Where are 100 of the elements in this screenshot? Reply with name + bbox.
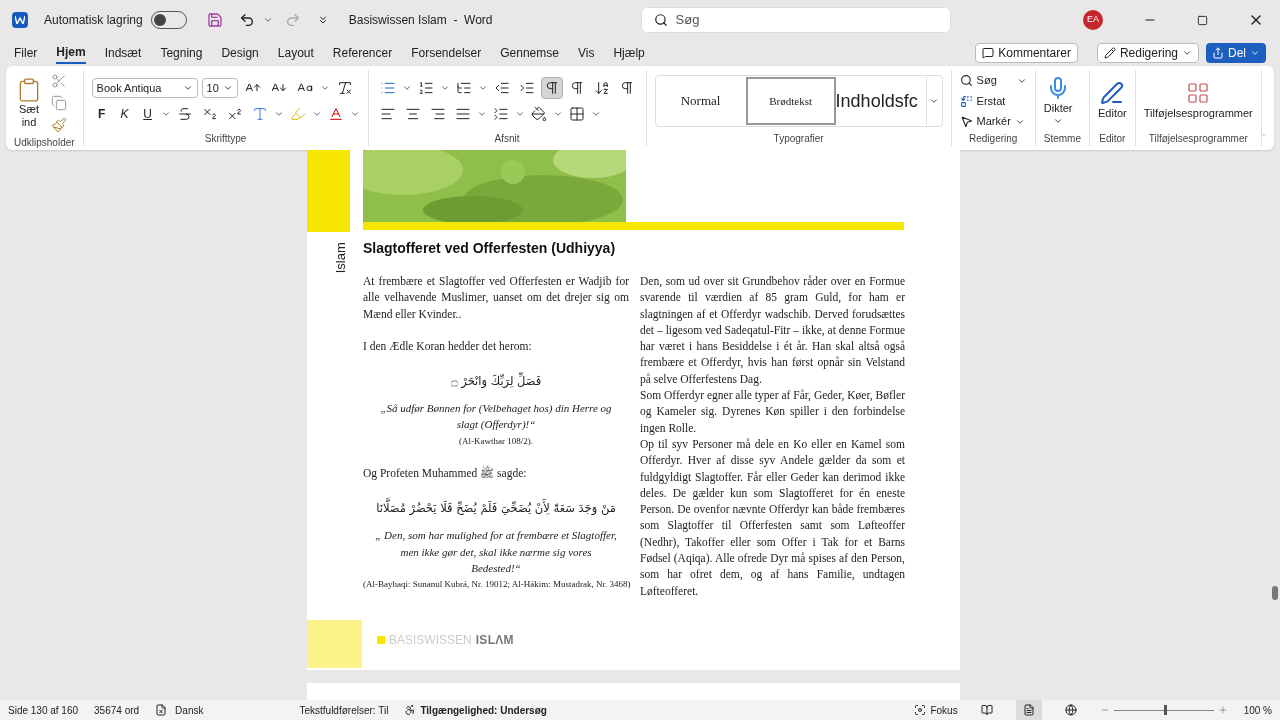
caret-icon[interactable] <box>401 83 412 93</box>
editor-button[interactable]: Editor <box>1098 80 1127 122</box>
maximize-icon[interactable] <box>1197 14 1208 26</box>
dictate-button[interactable]: Dikter <box>1043 75 1073 127</box>
menu-tab[interactable]: Referencer <box>332 42 393 64</box>
undo-icon[interactable] <box>238 12 255 28</box>
language[interactable]: Dansk <box>175 702 204 718</box>
left-to-right-icon[interactable] <box>540 77 563 99</box>
side-label: Islam <box>331 242 349 274</box>
caret-icon[interactable] <box>349 109 360 119</box>
group-label: Redigering <box>968 132 1019 146</box>
replace-icon <box>959 94 973 108</box>
caret-icon[interactable] <box>311 109 322 119</box>
menu-tab[interactable]: Gennemse <box>500 42 559 64</box>
style-item[interactable]: Brødtekst <box>745 77 836 125</box>
menu-tab[interactable]: Layout <box>277 42 314 64</box>
search-placeholder: Søg <box>675 11 700 30</box>
arabic-verse: مَنْ وَجَدَ سَعَةً لِأَنْ يُضَحِّيَ فَلَمْ يُضَحِّ فَلَا يَحْضُرْ مُصَلَّانَا <box>363 497 629 520</box>
avatar[interactable]: EA <box>1083 10 1103 30</box>
caret-icon[interactable] <box>319 83 330 93</box>
group-label: Stemme <box>1043 132 1081 146</box>
autosave-label: Automatisk lagring <box>44 12 143 29</box>
grid-icon <box>1186 80 1211 105</box>
paragraph: Som Offerdyr egner alle typer af Får, Geder, Køer, Bøfler og Kameler sig. Dyrenes Køn spiller i den forbindelse ingen Rolle. <box>640 388 905 436</box>
paragraph: I den Ædle Koran hedder det herom: <box>363 338 533 354</box>
zoom-level[interactable]: 100 % <box>1243 702 1272 718</box>
accessibility-icon[interactable] <box>404 704 417 716</box>
menu-tab[interactable]: Tegning <box>160 42 203 64</box>
addins-button[interactable]: Tilføjelsesprogrammer <box>1143 80 1253 122</box>
zoom-slider[interactable] <box>1113 705 1214 715</box>
footer-band <box>307 620 362 668</box>
search-icon <box>959 74 973 87</box>
pencil-icon <box>1103 47 1116 59</box>
menu-tab[interactable]: Filer <box>14 42 38 64</box>
paragraph: Og Profeten Muhammed ﷺ sagde: <box>363 465 528 482</box>
caret-icon[interactable] <box>552 109 563 119</box>
search-icon <box>653 13 668 27</box>
caret-icon <box>1182 48 1192 58</box>
scrollbar-thumb[interactable] <box>1272 586 1278 600</box>
group-label: Typografier <box>772 132 825 146</box>
share-icon <box>1212 47 1224 59</box>
caret-icon[interactable] <box>477 83 488 93</box>
arabic-verse: فَصَلِّ لِرَبِّكَ وَانْحَرْ ۝ <box>449 371 543 391</box>
replace-button[interactable]: Erstat <box>959 92 1027 110</box>
proofing-icon[interactable] <box>155 704 168 716</box>
caret-icon[interactable] <box>273 109 284 119</box>
focus-button[interactable]: Fokus <box>914 702 958 718</box>
group-label: Skrifttype <box>203 132 248 146</box>
page-count[interactable]: Side 130 af 160 <box>8 702 79 718</box>
citation: (Al-Bayhaqi: Sunanul Kubrá, Nr. 19012; Al-Hákim: Mustadrak, Nr. 3468) <box>363 578 629 592</box>
find-button[interactable]: Søg <box>959 72 1027 89</box>
font-name-field[interactable]: Book Antiqua <box>91 78 198 98</box>
pen-icon <box>1100 80 1125 105</box>
menu-tab[interactable]: Forsendelser <box>411 42 482 64</box>
bold-button[interactable]: F <box>91 105 112 123</box>
editing-button[interactable]: Redigering <box>1096 43 1199 63</box>
caret-icon[interactable] <box>476 109 487 119</box>
underline-button[interactable]: U <box>137 105 158 123</box>
share-button[interactable]: Del <box>1206 43 1266 63</box>
logo-text: ISLΛM <box>475 632 514 649</box>
menu-tab[interactable]: Hjem <box>56 42 86 64</box>
paragraph: At frembære et Slagtoffer ved Offerfesten er Wadjib for alle velhavende Muslimer, uanset om det drejer sig om Mænd eller Kvinder.. <box>363 274 629 322</box>
group-label: Udklipsholder <box>14 136 75 150</box>
menu-tab[interactable]: Vis <box>577 42 595 64</box>
pointer-icon <box>959 115 973 128</box>
group-label: Tilføjelsesprogrammer <box>1147 132 1249 146</box>
caret-icon <box>222 83 233 93</box>
select-button[interactable]: Markér <box>959 113 1027 130</box>
search-field[interactable]: Søg <box>640 7 951 33</box>
paragraph: Den, som ud over sit Grundbehov råder over en Formue svarende til værdien af 85 gram Guld, for ham er slagtningen af et Offerdyr wadschib. Derved forudsættes det – ligesom ved Sadeqatul-Fitr – ikke, at denne Formue har været i hans Besiddelse i ét år. Han skal altså også frembære et Offerdyr, hvis han først opnår sin Velstand på selve Offerfestens Dag. <box>640 274 905 388</box>
caret-icon[interactable] <box>262 15 273 25</box>
italic-button[interactable]: K <box>114 105 135 123</box>
section-heading: Slagtofferet ved Offerfesten (Udhiyya) <box>363 239 616 258</box>
citation: (Al-Kawthar 108/2). <box>458 434 534 448</box>
accessibility-status[interactable]: Tilgængelighed: Undersøg <box>420 702 547 718</box>
paragraph: Op til syv Personer må dele en Ko eller en Kamel som Offerdyr. Hver af disse syv Andele gælder da som et fuldgyldigt Slagtoffer. Får eller Geder kan derimod ikke deles. De gælder kun som Slagtofferet for én eneste Person. De ovenfor nævnte Offerdyr kan både frembæres som Slagtoffer til Offerfesten samt som Løfteoffer (Nedhr), Takoffer eller som Offer i Tak for et Barns Fødsel (Aqiqa). Alle ofrede Dyr må spises af den Person, som har ofret dem, og af hans Familie, undtagen Løfteofferet. <box>640 436 905 599</box>
comments-button[interactable]: Kommentarer <box>975 43 1078 63</box>
style-item[interactable]: Indholdsfc <box>835 77 926 125</box>
caret-icon[interactable] <box>514 109 525 119</box>
quote: „Så udfør Bønnen for (Velbehaget hos) din Herre og slagt (Offerdyr)!“ <box>379 401 613 433</box>
group-label: Editor <box>1098 132 1127 146</box>
menu-tab[interactable]: Indsæt <box>104 42 142 64</box>
paste-button[interactable]: Sæt ind <box>14 77 44 129</box>
comment-icon <box>982 47 995 59</box>
word-count[interactable]: 35674 ord <box>94 702 140 718</box>
group-label: Afsnit <box>493 132 521 146</box>
style-item[interactable]: Normal <box>655 77 746 125</box>
word-logo-icon <box>12 12 28 28</box>
window-title: Basiswissen Islam - Word <box>348 12 493 29</box>
caret-icon[interactable] <box>439 83 450 93</box>
font-size-field[interactable]: 10 <box>201 78 238 98</box>
caret-icon[interactable] <box>590 109 601 119</box>
view-icon[interactable] <box>1015 700 1042 720</box>
caret-icon <box>1250 48 1260 58</box>
menu-tab[interactable]: Hjælp <box>613 42 645 64</box>
menu-tab[interactable]: Design <box>221 42 259 64</box>
save-icon[interactable] <box>206 12 223 28</box>
caret-icon <box>182 83 193 93</box>
text-predictions[interactable]: Tekstfuldførelser: Til <box>299 702 389 718</box>
caret-icon[interactable] <box>160 109 171 119</box>
